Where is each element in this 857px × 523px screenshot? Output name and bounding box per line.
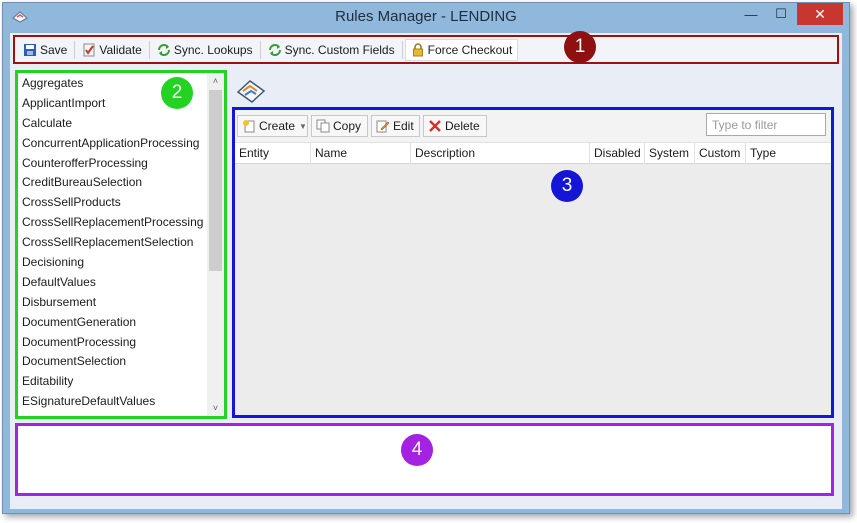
rule-type-list-item[interactable]: CounterofferProcessing [18, 153, 204, 173]
scroll-down-arrow-icon[interactable]: ˅ [207, 400, 224, 416]
floppy-disk-icon [23, 43, 37, 57]
close-button[interactable]: ✕ [797, 3, 843, 25]
callout-1-badge: 1 [564, 31, 596, 63]
rule-type-list-item[interactable]: ESignatureDefaultValues [18, 391, 204, 411]
scrollbar-thumb[interactable] [209, 90, 222, 271]
validate-check-icon [82, 43, 96, 57]
rule-type-list-item[interactable]: Calculate [18, 113, 204, 133]
grid-toolbar: Create ▼ Copy Edit Delete Type to filter [235, 110, 831, 142]
rules-grid-panel: Create ▼ Copy Edit Delete Type to filter… [232, 107, 834, 418]
title-bar[interactable]: Rules Manager - LENDING — ☐ ✕ [3, 3, 849, 33]
rule-type-list-item[interactable]: Editability [18, 371, 204, 391]
sync-icon [157, 43, 171, 57]
toolbar-divider [148, 40, 150, 59]
sync-icon [268, 43, 282, 57]
column-header-system[interactable]: System [645, 143, 695, 164]
delete-label: Delete [445, 119, 480, 133]
copy-label: Copy [333, 119, 362, 133]
rule-type-list: Aggregates ApplicantImport Calculate Concur… [15, 70, 227, 419]
callout-4-badge: 4 [401, 434, 433, 466]
main-toolbar: Save Validate Sync. Lookups Sync. Custom… [13, 35, 839, 64]
column-header-name[interactable]: Name [311, 143, 411, 164]
edit-button[interactable]: Edit [371, 115, 420, 137]
dropdown-arrow-icon: ▼ [299, 121, 307, 131]
delete-x-icon [428, 119, 442, 133]
minimize-button[interactable]: — [737, 3, 765, 25]
rule-type-list-item[interactable]: DocumentSelection [18, 351, 204, 371]
maximize-button[interactable]: ☐ [767, 3, 795, 25]
rule-type-list-item[interactable]: CrossSellReplacementSelection [18, 232, 204, 252]
column-header-entity[interactable]: Entity [235, 143, 311, 164]
filter-input[interactable] [706, 113, 826, 136]
rule-type-list-item[interactable]: CrossSellProducts [18, 192, 204, 212]
toolbar-divider [401, 40, 403, 59]
list-scrollbar[interactable]: ˄ ˅ [207, 73, 224, 416]
rule-type-list-item[interactable]: DocumentGeneration [18, 312, 204, 332]
column-header-type[interactable]: Type [746, 143, 831, 164]
column-header-description[interactable]: Description [411, 143, 590, 164]
rule-type-list-item[interactable]: CreditBureauSelection [18, 172, 204, 192]
force-checkout-label: Force Checkout [427, 42, 513, 57]
rule-type-items: Aggregates ApplicantImport Calculate Concur… [18, 73, 204, 411]
save-label: Save [40, 42, 68, 57]
grid-column-header: Entity Name Description Disabled System … [235, 142, 831, 164]
validate-label: Validate [99, 42, 142, 57]
padlock-icon [411, 42, 425, 57]
column-header-disabled[interactable]: Disabled [590, 143, 645, 164]
edit-label: Edit [393, 119, 414, 133]
rule-type-list-item[interactable]: Disbursement [18, 292, 204, 312]
create-button[interactable]: Create ▼ [237, 115, 308, 137]
rule-type-list-item[interactable]: DefaultValues [18, 272, 204, 292]
sync-custom-fields-label: Sync. Custom Fields [284, 42, 395, 57]
force-checkout-button[interactable]: Force Checkout [404, 38, 519, 61]
new-document-icon [242, 119, 256, 133]
rule-type-list-item[interactable]: CrossSellReplacementProcessing [18, 212, 204, 232]
callout-3-badge: 3 [551, 170, 583, 202]
rule-document-icon [236, 80, 266, 103]
copy-button[interactable]: Copy [311, 115, 368, 137]
rule-type-list-item[interactable]: Decisioning [18, 252, 204, 272]
callout-2-badge: 2 [161, 77, 193, 109]
scroll-up-arrow-icon[interactable]: ˄ [207, 73, 224, 89]
save-button[interactable]: Save [18, 39, 72, 61]
column-header-custom[interactable]: Custom [695, 143, 746, 164]
sync-custom-fields-button[interactable]: Sync. Custom Fields [263, 39, 400, 61]
sync-lookups-button[interactable]: Sync. Lookups [152, 39, 258, 61]
sync-lookups-label: Sync. Lookups [173, 42, 253, 57]
copy-icon [316, 119, 330, 133]
window-title: Rules Manager - LENDING [335, 8, 517, 25]
create-label: Create [259, 119, 296, 133]
validate-button[interactable]: Validate [77, 39, 146, 61]
toolbar-divider [259, 40, 261, 59]
toolbar-divider [74, 40, 76, 59]
delete-button[interactable]: Delete [423, 115, 487, 137]
rule-type-list-item[interactable]: ConcurrentApplicationProcessing [18, 133, 204, 153]
edit-pencil-icon [376, 119, 390, 133]
rule-type-list-item[interactable]: DocumentProcessing [18, 332, 204, 352]
